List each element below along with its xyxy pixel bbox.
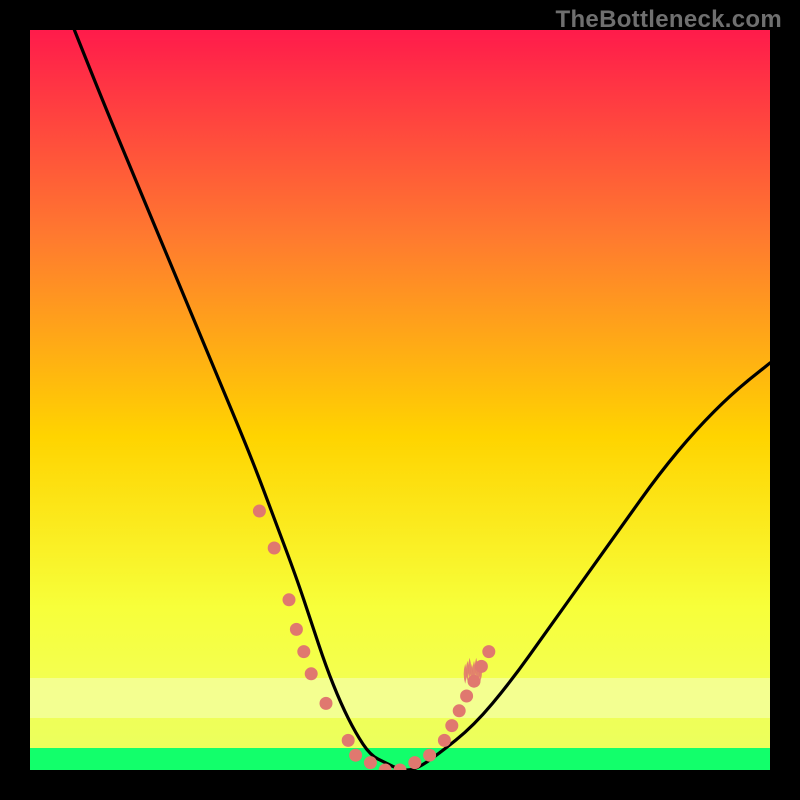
data-point xyxy=(253,505,266,518)
data-point xyxy=(320,697,333,710)
bottleneck-curve xyxy=(74,30,770,770)
data-point xyxy=(460,690,473,703)
data-point xyxy=(423,749,436,762)
data-point xyxy=(453,704,466,717)
data-point xyxy=(305,667,318,680)
chart-frame: TheBottleneck.com xyxy=(0,0,800,800)
data-point xyxy=(445,719,458,732)
data-point xyxy=(268,542,281,555)
data-point xyxy=(297,645,310,658)
data-point xyxy=(438,734,451,747)
data-points xyxy=(253,505,495,771)
data-point xyxy=(290,623,303,636)
data-point xyxy=(342,734,355,747)
data-point xyxy=(364,756,377,769)
plot-area xyxy=(30,30,770,770)
data-point xyxy=(283,593,296,606)
data-point xyxy=(482,645,495,658)
data-point xyxy=(394,764,407,771)
data-point xyxy=(408,756,421,769)
data-point xyxy=(349,749,362,762)
chart-svg xyxy=(30,30,770,770)
